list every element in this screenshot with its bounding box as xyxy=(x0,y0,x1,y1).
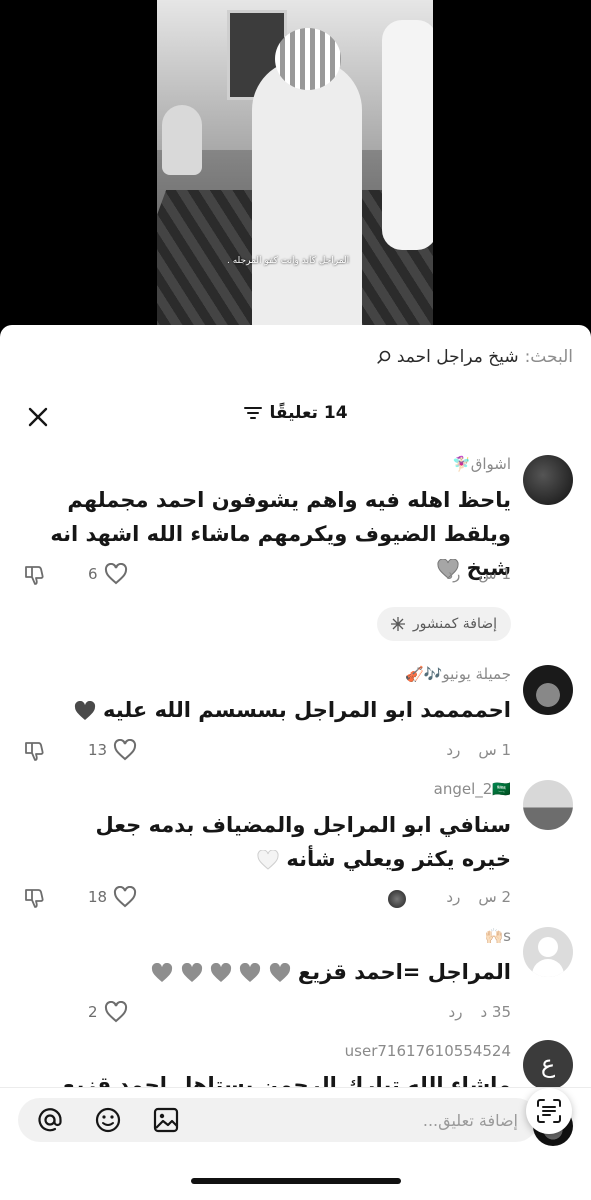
avatar-silhouette-body xyxy=(532,959,564,977)
grey-heart-emoji xyxy=(181,963,202,982)
dislike-icon[interactable] xyxy=(22,739,46,763)
comments-count-title[interactable]: 14 تعليقًا xyxy=(0,403,591,423)
comment-text-content: المراجل =احمد قزيع xyxy=(297,960,511,984)
comment-time: 35 د xyxy=(480,1003,511,1021)
comment-text: سنافي ابو المراجل والمضياف بدمه جعل خيره… xyxy=(41,808,511,876)
like-count: 13 xyxy=(88,741,108,759)
comment-meta: 1 س رد xyxy=(446,565,511,583)
search-icon xyxy=(377,350,391,364)
comment-text: احممممد ابو المراجل بسسسم الله عليه xyxy=(41,693,511,727)
dislike-icon[interactable] xyxy=(22,563,46,587)
comment-time: 1 س xyxy=(478,741,511,759)
like-button[interactable]: 13 xyxy=(88,739,137,761)
video-caption: المراجل كابد وانت كفو المرجله . xyxy=(227,256,350,266)
like-count: 6 xyxy=(88,565,98,583)
dislike-icon[interactable] xyxy=(22,886,46,910)
dark-heart-emoji xyxy=(74,701,95,720)
comment-meta: 2 س رد xyxy=(446,888,511,906)
scan-text-button[interactable] xyxy=(526,1088,572,1134)
video-person-standing xyxy=(382,20,433,250)
heart-icon xyxy=(114,886,137,908)
close-icon[interactable] xyxy=(26,405,50,429)
avatar-silhouette-head xyxy=(538,937,558,957)
comment-meta: 35 د رد xyxy=(449,1003,511,1021)
like-count: 2 xyxy=(88,1003,98,1021)
grey-heart-emoji xyxy=(152,963,173,982)
video-person-main xyxy=(252,60,362,340)
add-as-post-button[interactable]: إضافة كمنشور xyxy=(376,607,511,641)
like-button[interactable]: 6 xyxy=(88,563,128,585)
comment-meta: 1 س رد xyxy=(446,741,511,759)
comment-time: 1 س xyxy=(478,565,511,583)
like-button[interactable]: 18 xyxy=(88,886,137,908)
comment-time: 2 س xyxy=(478,888,511,906)
comment-username[interactable]: اشواق🧚🏻‍♀️ xyxy=(452,455,511,473)
white-heart-emoji xyxy=(257,850,279,870)
comment-username[interactable]: user71617610554524 xyxy=(345,1042,511,1060)
comment-input-container[interactable] xyxy=(18,1098,538,1142)
search-suggestion[interactable]: البحث: شيخ مراجل احمد xyxy=(377,347,573,367)
avatar-letter: ع xyxy=(540,1050,556,1078)
comments-sheet: البحث: شيخ مراجل احمد 14 تعليقًا اشواق🧚🏻… xyxy=(0,325,591,1200)
creator-liked-avatar xyxy=(388,890,406,908)
comment-text-content: سنافي ابو المراجل والمضياف بدمه جعل خيره… xyxy=(95,813,511,871)
search-term: شيخ مراجل احمد xyxy=(396,347,519,367)
comments-header: 14 تعليقًا xyxy=(0,403,591,433)
at-icon[interactable] xyxy=(36,1106,64,1134)
comment-text: المراجل =احمد قزيع xyxy=(41,955,511,989)
emoji-icon[interactable] xyxy=(94,1106,122,1134)
grey-heart-emoji xyxy=(269,963,290,982)
video-frame: المراجل كابد وانت كفو المرجله . xyxy=(157,0,433,340)
reply-button[interactable]: رد xyxy=(446,741,460,759)
avatar[interactable] xyxy=(523,780,573,830)
avatar[interactable] xyxy=(523,665,573,715)
comment-username[interactable]: s🙌🏻 xyxy=(484,927,511,945)
add-as-post-label: إضافة كمنشور xyxy=(412,616,497,632)
heart-icon xyxy=(114,739,137,761)
video-person-seated xyxy=(162,105,202,175)
heart-icon xyxy=(104,563,127,585)
comment-text-content: احممممد ابو المراجل بسسسم الله عليه xyxy=(103,698,511,722)
search-prefix: البحث: xyxy=(524,347,573,367)
comment-input[interactable] xyxy=(218,1098,518,1142)
heart-icon xyxy=(104,1001,127,1023)
like-button[interactable]: 2 xyxy=(88,1001,128,1023)
image-icon[interactable] xyxy=(152,1106,180,1134)
video-person-headwear xyxy=(275,28,341,90)
reply-button[interactable]: رد xyxy=(446,888,460,906)
scan-text-icon xyxy=(537,1099,561,1123)
avatar[interactable] xyxy=(523,927,573,977)
sparkle-icon xyxy=(390,617,405,631)
reply-button[interactable]: رد xyxy=(446,565,460,583)
like-count: 18 xyxy=(88,888,108,906)
comments-count: 14 تعليقًا xyxy=(269,403,348,423)
grey-heart-emoji xyxy=(240,963,261,982)
comment-username[interactable]: angel_2🇸🇦 xyxy=(434,780,511,798)
avatar[interactable] xyxy=(523,455,573,505)
home-indicator[interactable] xyxy=(191,1178,401,1184)
comment-username[interactable]: جميلة يونيو🎶🎻 xyxy=(405,665,511,683)
video-player[interactable]: المراجل كابد وانت كفو المرجله . xyxy=(0,0,591,340)
sort-icon[interactable] xyxy=(243,405,263,421)
grey-heart-emoji xyxy=(210,963,231,982)
avatar[interactable]: ع xyxy=(523,1040,573,1090)
reply-button[interactable]: رد xyxy=(449,1003,463,1021)
